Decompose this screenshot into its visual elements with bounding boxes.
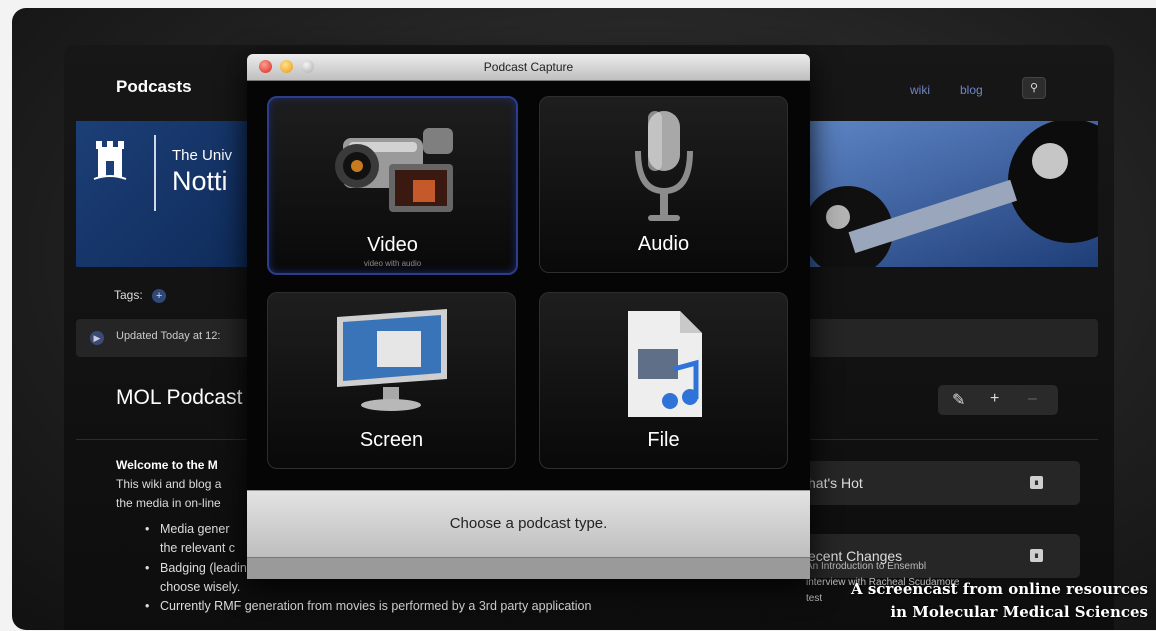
screen-label: Screen bbox=[359, 429, 424, 451]
whats-hot-box[interactable]: hat's Hot ∎ bbox=[806, 461, 1080, 505]
prompt-text: Choose a podcast type. bbox=[449, 515, 608, 532]
chevron-right-icon[interactable]: ▶ bbox=[90, 331, 104, 345]
caption: A screencast from online resources in Mo… bbox=[851, 578, 1148, 624]
tags-row: Tags: + bbox=[114, 288, 167, 303]
university-name-line1: The Univ bbox=[172, 147, 233, 164]
dialog-titlebar[interactable]: Podcast Capture bbox=[247, 54, 810, 81]
recent-change-item[interactable]: An Introduction to Ensembl bbox=[806, 561, 926, 572]
rss-icon[interactable]: ∎ bbox=[1030, 549, 1043, 562]
file-option-button[interactable]: File bbox=[539, 292, 788, 469]
dialog-bottom-strip bbox=[247, 557, 810, 579]
list-item: • Currently RMF generation from movies is… bbox=[145, 599, 592, 613]
tags-label: Tags: bbox=[114, 288, 143, 302]
search-icon[interactable]: ⚲ bbox=[1022, 77, 1046, 99]
screen-option-button[interactable]: Screen bbox=[267, 292, 516, 469]
video-label: Video bbox=[367, 234, 418, 256]
castle-logo-icon bbox=[93, 141, 127, 180]
audio-label: Audio bbox=[637, 233, 690, 255]
university-name-line2: Notti bbox=[172, 166, 228, 196]
rss-icon[interactable]: ∎ bbox=[1030, 476, 1043, 489]
description-line: This wiki and blog a bbox=[116, 477, 222, 491]
description-line: the media in on-line bbox=[116, 496, 221, 510]
file-label: File bbox=[647, 429, 680, 451]
microphone-icon bbox=[634, 111, 693, 221]
updated-text: Updated Today at 12: bbox=[116, 330, 221, 342]
add-tag-icon[interactable]: + bbox=[152, 289, 167, 303]
recent-change-item[interactable]: test bbox=[806, 593, 822, 604]
plus-icon[interactable]: + bbox=[990, 390, 999, 408]
molecule-banner-image bbox=[808, 121, 1098, 267]
minus-icon[interactable]: – bbox=[1028, 390, 1037, 408]
site-title[interactable]: Podcasts bbox=[116, 77, 192, 97]
nav-link-wiki[interactable]: wiki bbox=[910, 83, 930, 97]
welcome-heading: Welcome to the M bbox=[116, 458, 218, 472]
list-item: • Media gener bbox=[145, 522, 230, 536]
page-title: MOL Podcast bbox=[116, 386, 243, 409]
pencil-icon[interactable]: ✎ bbox=[952, 390, 965, 410]
molecule-illustration bbox=[808, 121, 1098, 267]
list-item-continued: the relevant c bbox=[160, 541, 236, 555]
whats-hot-label: hat's Hot bbox=[808, 475, 863, 491]
list-item-continued: choose wisely. bbox=[160, 580, 241, 594]
video-option-button[interactable]: Video video with audio bbox=[267, 96, 518, 275]
dialog-title: Podcast Capture bbox=[483, 60, 574, 74]
video-camera-icon bbox=[334, 128, 453, 212]
media-file-icon bbox=[627, 311, 702, 417]
prompt-bar: Choose a podcast type. bbox=[247, 490, 810, 558]
video-sublabel: video with audio bbox=[363, 259, 422, 268]
caption-line2: in Molecular Medical Sciences bbox=[890, 603, 1148, 621]
audio-option-button[interactable]: Audio bbox=[539, 96, 788, 273]
nav-link-blog[interactable]: blog bbox=[960, 83, 983, 97]
logo-divider bbox=[154, 135, 156, 211]
caption-line1: A screencast from online resources bbox=[850, 580, 1148, 598]
university-banner: The Univ Notti bbox=[76, 121, 251, 267]
podcast-capture-dialog: Podcast Capture Video video with audio A… bbox=[247, 54, 810, 579]
monitor-icon bbox=[336, 309, 447, 411]
edit-toolbar: ✎ + – bbox=[938, 385, 1058, 415]
